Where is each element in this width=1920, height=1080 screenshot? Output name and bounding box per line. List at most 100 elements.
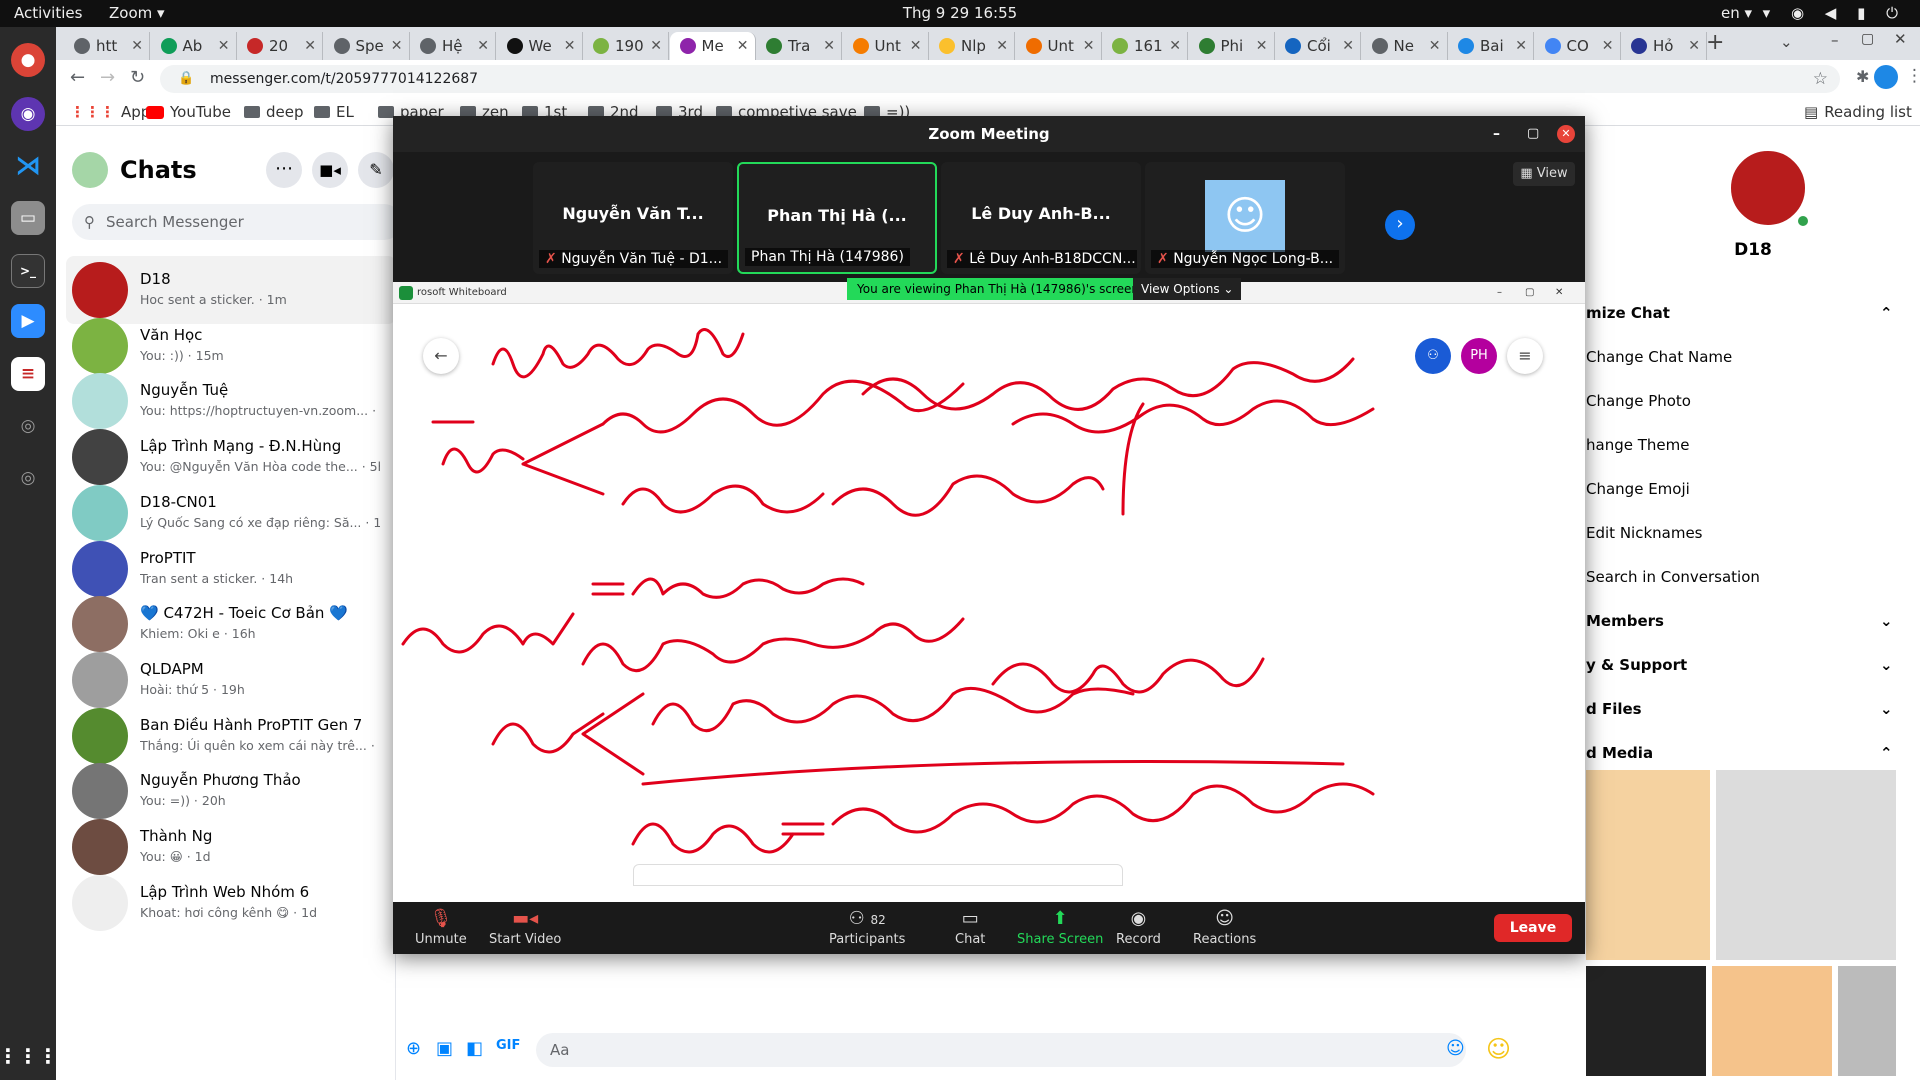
emoji-picker-icon[interactable]: ☺ [1446, 1038, 1465, 1059]
close-tab-icon[interactable]: ✕ [996, 38, 1008, 54]
profile-avatar[interactable] [1874, 65, 1898, 89]
info-panel-item[interactable]: Change Chat Name [1586, 348, 1920, 366]
participant-tile[interactable]: Nguyễn Văn T... ✗ Nguyễn Văn Tuệ - D1... [533, 162, 733, 274]
reactions-button[interactable]: ☺ Reactions [1193, 908, 1256, 947]
chat-button[interactable]: ▭ Chat [955, 908, 985, 947]
disk-icon[interactable]: ◎ [11, 461, 45, 495]
bookmark-folder[interactable]: deep [244, 103, 304, 121]
info-panel-item[interactable]: d Media ⌃ [1586, 744, 1920, 762]
info-panel-item[interactable]: Edit Nicknames [1586, 524, 1920, 542]
zoom-icon[interactable]: ▶ [11, 304, 45, 338]
browser-tab[interactable]: htt ✕ [64, 32, 150, 60]
maximize-icon[interactable]: ▢ [1861, 31, 1874, 47]
info-panel-item[interactable]: d Files ⌄ [1586, 700, 1920, 718]
reload-icon[interactable]: ↻ [130, 67, 145, 88]
video-call-icon[interactable]: ■◂ [312, 152, 348, 188]
back-icon[interactable]: ← [70, 67, 85, 88]
browser-tab[interactable]: Unt ✕ [1016, 32, 1102, 60]
browser-tab[interactable]: Nlp ✕ [929, 32, 1015, 60]
media-thumbnail[interactable] [1838, 966, 1896, 1076]
browser-tab[interactable]: Hỏ ✕ [1621, 32, 1707, 60]
info-panel-item[interactable]: y & Support ⌄ [1586, 656, 1920, 674]
message-input[interactable]: Aa [536, 1033, 1466, 1067]
browser-tab[interactable]: 20 ✕ [237, 32, 323, 60]
forward-icon[interactable]: → [100, 67, 115, 88]
start-video-button[interactable]: ▬◂ Start Video [489, 908, 561, 947]
share-screen-button[interactable]: ⬆ Share Screen [1017, 908, 1103, 947]
plus-icon[interactable]: ⊕ [406, 1038, 421, 1059]
search-messenger-input[interactable]: ⚲ Search Messenger [72, 204, 402, 240]
info-panel-item[interactable]: hange Theme [1586, 436, 1920, 454]
sticker-icon[interactable]: ◧ [466, 1038, 483, 1059]
close-tab-icon[interactable]: ✕ [650, 38, 662, 54]
media-thumbnail[interactable] [1712, 966, 1832, 1076]
close-tab-icon[interactable]: ✕ [1169, 38, 1181, 54]
maximize-icon[interactable]: ▢ [1527, 116, 1539, 152]
info-panel-item[interactable]: mize Chat ⌃ [1586, 304, 1920, 322]
media-thumbnail[interactable] [1586, 770, 1710, 960]
info-panel-item[interactable]: Change Emoji [1586, 480, 1920, 498]
browser-tab[interactable]: Ab ✕ [151, 32, 237, 60]
browser-tab[interactable]: 190 ✕ [583, 32, 669, 60]
browser-tab[interactable]: Hệ ✕ [410, 32, 496, 60]
chrome-icon[interactable]: ● [11, 43, 45, 77]
terminal-icon[interactable]: >_ [11, 254, 45, 288]
media-thumbnail[interactable] [1716, 770, 1896, 960]
clock[interactable]: Thg 9 29 16:55 [0, 4, 1920, 22]
address-bar[interactable]: 🔒 messenger.com/t/2059777014122687 ☆ [160, 65, 1840, 93]
participant-tile[interactable]: ☺ ✗ Nguyễn Ngọc Long-B... [1145, 162, 1345, 274]
browser-tab[interactable]: 161 ✕ [1102, 32, 1188, 60]
close-tab-icon[interactable]: ✕ [1083, 38, 1095, 54]
browser-tab[interactable]: We ✕ [497, 32, 583, 60]
close-tab-icon[interactable]: ✕ [1429, 38, 1441, 54]
participant-tile[interactable]: Lê Duy Anh-B... ✗ Lê Duy Anh-B18DCCN... [941, 162, 1141, 274]
chat-list-item[interactable]: Lập Trình Web Nhóm 6 Khoat: hơi công kênh… [66, 869, 396, 937]
close-tab-icon[interactable]: ✕ [1688, 38, 1700, 54]
document-viewer-icon[interactable]: ≡ [11, 357, 45, 391]
image-icon[interactable]: ▣ [436, 1038, 453, 1059]
shared-media-grid[interactable] [1586, 770, 1920, 1080]
language-indicator[interactable]: en ▾ [1721, 4, 1752, 22]
close-tab-icon[interactable]: ✕ [1515, 38, 1527, 54]
close-tab-icon[interactable]: ✕ [1342, 38, 1354, 54]
close-tab-icon[interactable]: ✕ [477, 38, 489, 54]
close-tab-icon[interactable]: ✕ [1256, 38, 1268, 54]
new-tab-button[interactable]: + [1706, 30, 1724, 55]
show-apps-icon[interactable]: ⋮⋮⋮ [0, 1039, 58, 1073]
close-tab-icon[interactable]: ✕ [304, 38, 316, 54]
reading-list-button[interactable]: ▤ Reading list [1804, 103, 1912, 121]
files-icon[interactable]: ▭ [11, 201, 45, 235]
view-button[interactable]: ▦ View [1513, 162, 1575, 186]
media-thumbnail[interactable] [1586, 966, 1706, 1076]
record-button[interactable]: ◉ Record [1116, 908, 1161, 947]
participants-button[interactable]: ⚇ 82 Participants [829, 908, 905, 947]
close-icon[interactable]: ✕ [1894, 30, 1907, 48]
participant-tile[interactable]: Phan Thị Hà (... Phan Thị Hà (147986) [737, 162, 937, 274]
minimize-icon[interactable]: – [1831, 31, 1839, 49]
info-panel-item[interactable]: Members ⌄ [1586, 612, 1920, 630]
disk-icon[interactable]: ◎ [11, 409, 45, 443]
browser-tab[interactable]: Me ✕ [669, 32, 756, 60]
user-avatar[interactable] [72, 152, 108, 188]
info-panel-item[interactable]: Search in Conversation [1586, 568, 1920, 586]
leave-button[interactable]: Leave [1494, 914, 1572, 942]
close-tab-icon[interactable]: ✕ [564, 38, 576, 54]
browser-tab[interactable]: Phi ✕ [1189, 32, 1275, 60]
browser-tab[interactable]: Ne ✕ [1362, 32, 1448, 60]
minimize-icon[interactable]: – [1493, 116, 1500, 152]
close-tab-icon[interactable]: ✕ [218, 38, 230, 54]
close-tab-icon[interactable]: ✕ [1602, 38, 1614, 54]
browser-tab[interactable]: Tra ✕ [756, 32, 842, 60]
close-icon[interactable]: ✕ [1557, 125, 1575, 143]
like-reaction-icon[interactable]: ☺ [1486, 1035, 1511, 1063]
bookmark-folder[interactable]: EL [314, 103, 354, 121]
browser-tab[interactable]: Unt ✕ [843, 32, 929, 60]
chrome-menu-icon[interactable]: ⋮ [1906, 66, 1920, 86]
info-panel-item[interactable]: Change Photo [1586, 392, 1920, 410]
close-tab-icon[interactable]: ✕ [910, 38, 922, 54]
next-page-icon[interactable]: › [1385, 210, 1415, 240]
vscode-icon[interactable]: ⋊ [11, 149, 45, 183]
browser-tab[interactable]: Spe ✕ [324, 32, 410, 60]
browser-tab[interactable]: Cổi ✕ [1275, 32, 1361, 60]
system-tray-icons[interactable]: ▾ ◉ ◀ ▮ ⏻ [1763, 4, 1906, 22]
